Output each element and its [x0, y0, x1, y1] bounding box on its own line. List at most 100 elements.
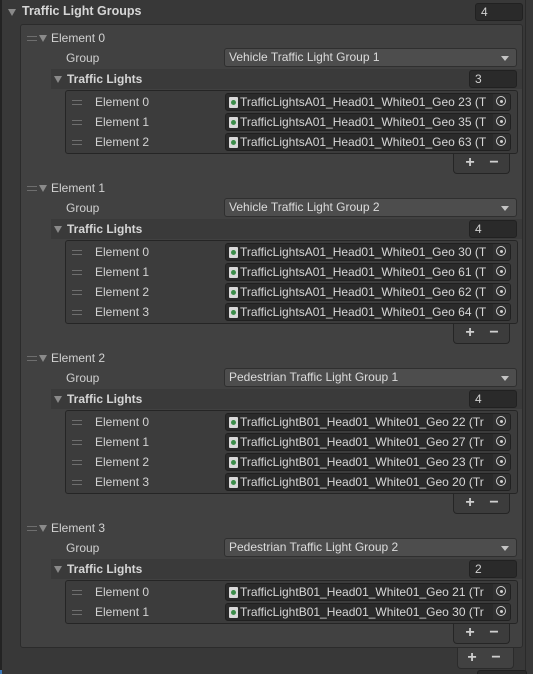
row-label: Element 1 — [95, 435, 150, 449]
object-picker-icon[interactable] — [493, 474, 510, 490]
group-dropdown[interactable]: Vehicle Traffic Light Group 2 — [224, 198, 517, 217]
remove-traffic-light-button[interactable]: − — [483, 154, 505, 172]
traffic-light-row: Element 1 TrafficLightsA01_Head01_White0… — [66, 262, 517, 282]
traffic-lights-list: Element 0 TrafficLightB01_Head01_White01… — [65, 410, 518, 494]
drag-handle-icon[interactable] — [72, 120, 82, 125]
object-field[interactable]: TrafficLightB01_Head01_White01_Geo 30 (T… — [225, 603, 511, 621]
drag-handle-icon[interactable] — [72, 460, 82, 465]
object-picker-icon[interactable] — [493, 114, 510, 130]
traffic-lights-header[interactable]: Traffic Lights 3 — [51, 69, 522, 89]
drag-handle-icon[interactable] — [72, 610, 82, 615]
foldout-arrow-icon[interactable] — [39, 35, 47, 42]
gameobject-icon — [229, 97, 238, 108]
object-picker-icon[interactable] — [493, 284, 510, 300]
object-field[interactable]: TrafficLightsA01_Head01_White01_Geo 62 (… — [225, 283, 511, 301]
object-picker-icon[interactable] — [493, 264, 510, 280]
element-header[interactable]: Element 0 — [21, 28, 522, 48]
object-field[interactable]: TrafficLightsA01_Head01_White01_Geo 61 (… — [225, 263, 511, 281]
foldout-arrow-icon[interactable] — [54, 396, 62, 403]
remove-traffic-light-button[interactable]: − — [483, 494, 505, 512]
drag-handle-icon[interactable] — [72, 140, 82, 145]
object-picker-icon[interactable] — [493, 414, 510, 430]
foldout-arrow-icon[interactable] — [54, 76, 62, 83]
object-picker-icon[interactable] — [493, 304, 510, 320]
element-title: Element 1 — [51, 181, 106, 195]
traffic-lights-header[interactable]: Traffic Lights 2 — [51, 559, 522, 579]
element-title: Element 2 — [51, 351, 106, 365]
object-picker-icon[interactable] — [493, 244, 510, 260]
row-label: Element 0 — [95, 245, 150, 259]
traffic-light-row: Element 2 TrafficLightB01_Head01_White01… — [66, 452, 517, 472]
object-field[interactable]: TrafficLightsA01_Head01_White01_Geo 23 (… — [225, 93, 511, 111]
group-dropdown[interactable]: Vehicle Traffic Light Group 1 — [224, 48, 517, 67]
traffic-light-row: Element 2 TrafficLightsA01_Head01_White0… — [66, 132, 517, 152]
drag-handle-icon[interactable] — [27, 36, 37, 41]
object-picker-icon[interactable] — [493, 434, 510, 450]
traffic-lights-size-field[interactable]: 4 — [469, 390, 517, 408]
drag-handle-icon[interactable] — [27, 526, 37, 531]
element-header[interactable]: Element 1 — [21, 178, 522, 198]
traffic-light-groups-header[interactable]: Traffic Light Groups 4 — [0, 2, 533, 22]
traffic-lights-size-field[interactable]: 2 — [469, 560, 517, 578]
drag-handle-icon[interactable] — [72, 270, 82, 275]
foldout-arrow-icon[interactable] — [39, 185, 47, 192]
foldout-arrow-icon[interactable] — [39, 355, 47, 362]
object-picker-icon[interactable] — [493, 604, 510, 620]
group-label: Group — [66, 371, 100, 385]
traffic-lights-size-field[interactable]: 3 — [469, 70, 517, 88]
traffic-light-row: Element 2 TrafficLightsA01_Head01_White0… — [66, 282, 517, 302]
drag-handle-icon[interactable] — [72, 480, 82, 485]
add-group-button[interactable]: + — [461, 649, 483, 667]
foldout-arrow-icon[interactable] — [39, 525, 47, 532]
add-traffic-light-button[interactable]: + — [459, 324, 481, 342]
traffic-lights-header[interactable]: Traffic Lights 4 — [51, 219, 522, 239]
drag-handle-icon[interactable] — [72, 100, 82, 105]
foldout-arrow-icon[interactable] — [54, 566, 62, 573]
object-field[interactable]: TrafficLightsA01_Head01_White01_Geo 64 (… — [225, 303, 511, 321]
drag-handle-icon[interactable] — [72, 290, 82, 295]
traffic-lights-header[interactable]: Traffic Lights 4 — [51, 389, 522, 409]
drag-handle-icon[interactable] — [72, 250, 82, 255]
element-header[interactable]: Element 3 — [21, 518, 522, 538]
traffic-light-row: Element 1 TrafficLightsA01_Head01_White0… — [66, 112, 517, 132]
object-field[interactable]: TrafficLightB01_Head01_White01_Geo 22 (T… — [225, 413, 511, 431]
add-traffic-light-button[interactable]: + — [459, 494, 481, 512]
object-field[interactable]: TrafficLightsA01_Head01_White01_Geo 35 (… — [225, 113, 511, 131]
object-field[interactable]: TrafficLightB01_Head01_White01_Geo 20 (T… — [225, 473, 511, 491]
remove-group-button[interactable]: − — [485, 649, 507, 667]
dropdown-caret-icon — [501, 206, 509, 211]
traffic-lights-size-field[interactable]: 4 — [469, 220, 517, 238]
right-scroll-edge — [525, 0, 533, 674]
object-field[interactable]: TrafficLightB01_Head01_White01_Geo 23 (T… — [225, 453, 511, 471]
drag-handle-icon[interactable] — [72, 420, 82, 425]
element-header[interactable]: Element 2 — [21, 348, 522, 368]
remove-traffic-light-button[interactable]: − — [483, 624, 505, 642]
traffic-light-groups-size-field[interactable]: 4 — [475, 3, 523, 21]
row-label: Element 0 — [95, 415, 150, 429]
foldout-arrow-icon[interactable] — [8, 9, 16, 16]
object-field-value: TrafficLightsA01_Head01_White01_Geo 64 (… — [240, 305, 487, 319]
object-field[interactable]: TrafficLightB01_Head01_White01_Geo 21 (T… — [225, 583, 511, 601]
drag-handle-icon[interactable] — [27, 186, 37, 191]
group-dropdown[interactable]: Pedestrian Traffic Light Group 2 — [224, 538, 517, 557]
remove-traffic-light-button[interactable]: − — [483, 324, 505, 342]
drag-handle-icon[interactable] — [27, 356, 37, 361]
drag-handle-icon[interactable] — [72, 310, 82, 315]
traffic-light-groups-label: Traffic Light Groups — [22, 4, 142, 18]
group-dropdown[interactable]: Pedestrian Traffic Light Group 1 — [224, 368, 517, 387]
traffic-lights-label: Traffic Lights — [67, 72, 143, 86]
foldout-arrow-icon[interactable] — [54, 226, 62, 233]
object-picker-icon[interactable] — [493, 584, 510, 600]
object-field[interactable]: TrafficLightsA01_Head01_White01_Geo 30 (… — [225, 243, 511, 261]
object-picker-icon[interactable] — [493, 134, 510, 150]
object-field[interactable]: TrafficLightB01_Head01_White01_Geo 27 (T… — [225, 433, 511, 451]
object-field[interactable]: TrafficLightsA01_Head01_White01_Geo 63 (… — [225, 133, 511, 151]
row-label: Element 2 — [95, 285, 150, 299]
add-traffic-light-button[interactable]: + — [459, 154, 481, 172]
object-picker-icon[interactable] — [493, 94, 510, 110]
object-field-value: TrafficLightsA01_Head01_White01_Geo 63 (… — [240, 135, 487, 149]
drag-handle-icon[interactable] — [72, 590, 82, 595]
drag-handle-icon[interactable] — [72, 440, 82, 445]
add-traffic-light-button[interactable]: + — [459, 624, 481, 642]
object-picker-icon[interactable] — [493, 454, 510, 470]
